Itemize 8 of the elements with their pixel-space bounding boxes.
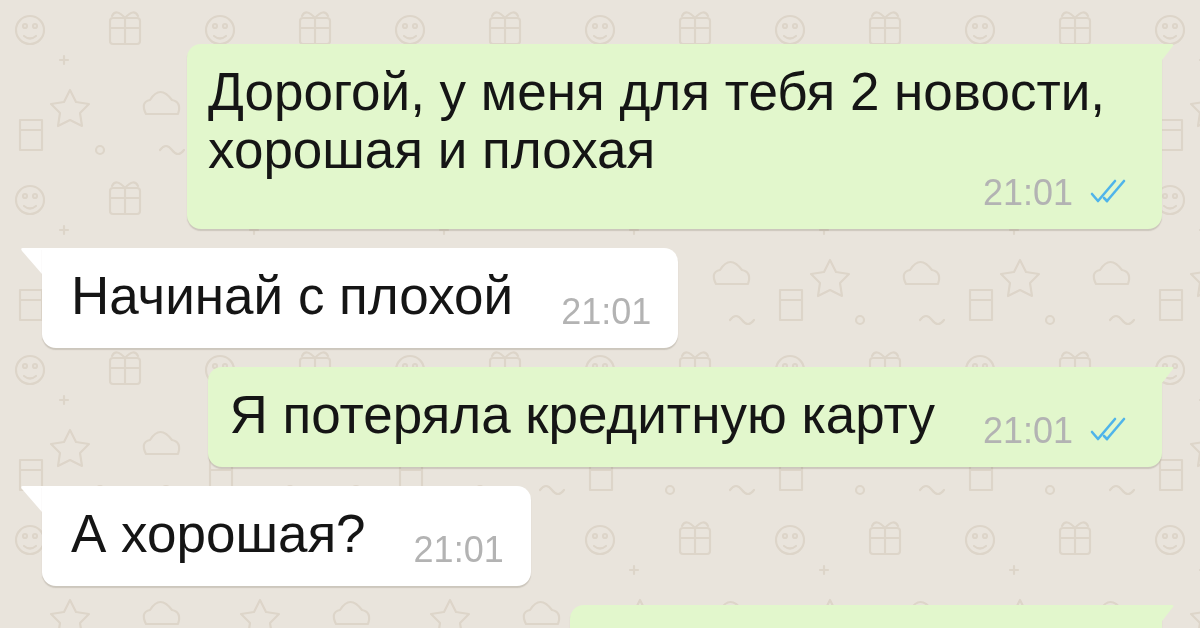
message-time: 21:01: [982, 180, 1073, 206]
message-text: А хорошая?: [71, 505, 366, 563]
message-time: 21:01: [561, 299, 652, 325]
message-time: 21:01: [982, 418, 1073, 444]
message-text: Дорогой, у меня для тебя 2 новости, хорошая и плохая: [208, 63, 1106, 179]
message-text: Начинай с плохой: [71, 267, 514, 325]
message-time: 21:01: [413, 537, 504, 563]
message-text: Я потеряла кредитную карту: [229, 386, 935, 444]
